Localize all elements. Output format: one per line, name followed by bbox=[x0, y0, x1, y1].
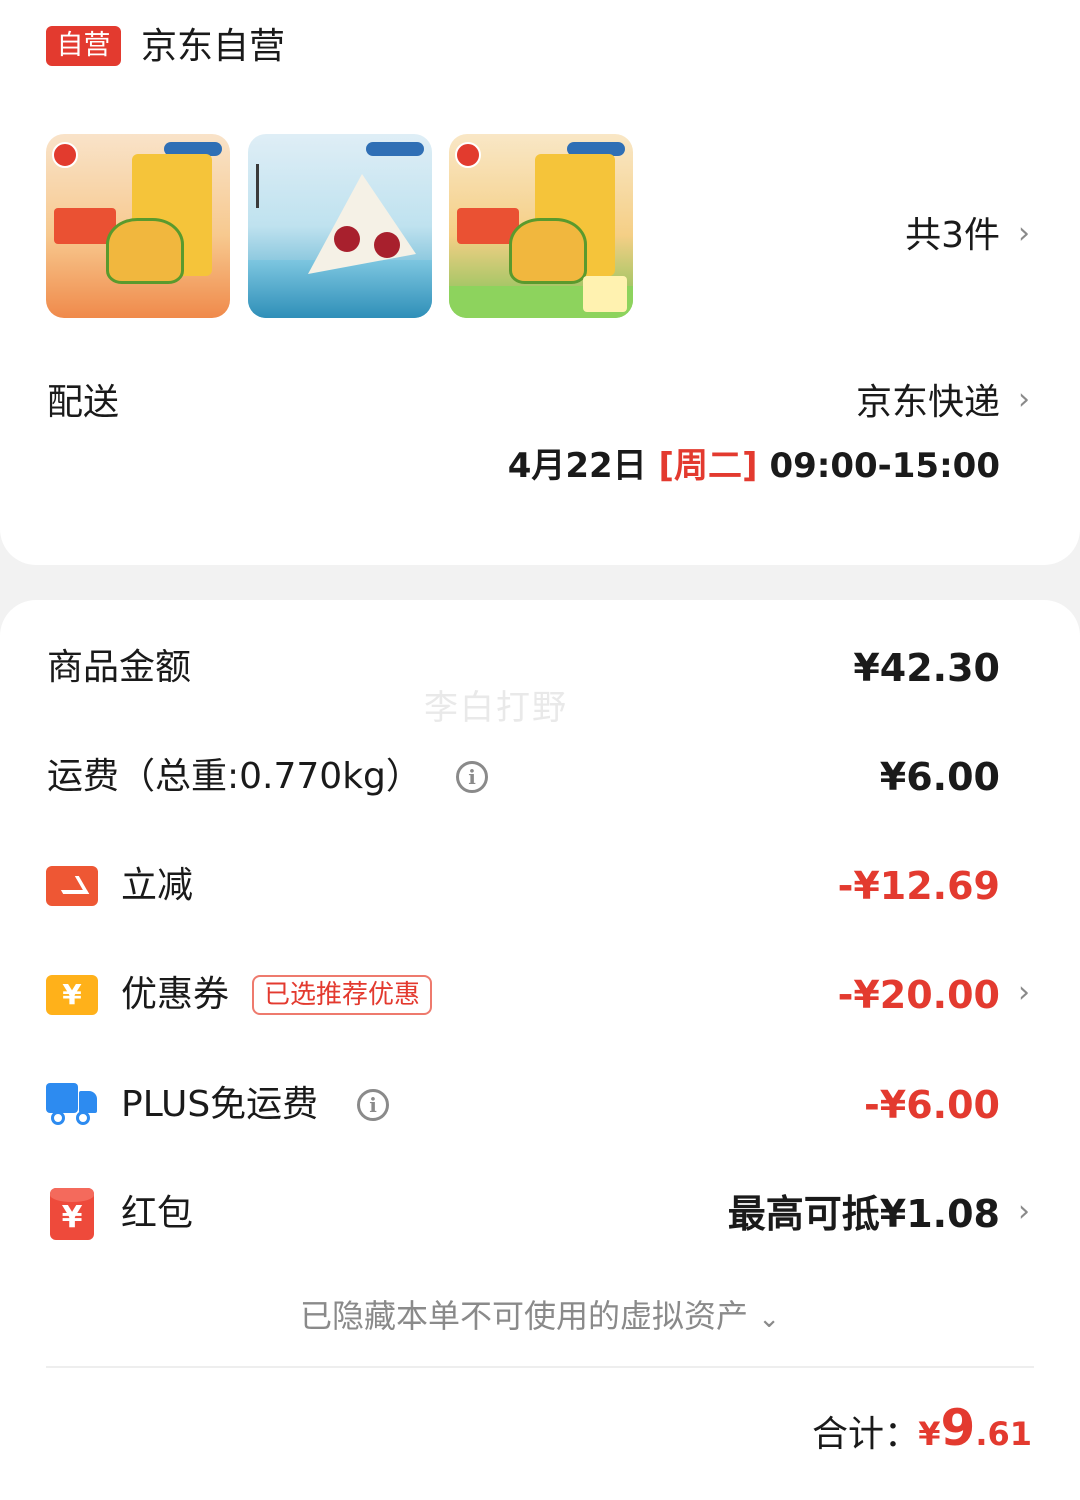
info-icon[interactable]: i bbox=[357, 1089, 389, 1121]
storage-tag bbox=[366, 142, 424, 156]
date-image bbox=[374, 232, 400, 258]
plus-shipping-label: PLUS免运费 bbox=[121, 1084, 319, 1125]
delivery-window: 09:00-15:00 bbox=[769, 446, 1000, 486]
discount-arrow-icon bbox=[46, 866, 98, 906]
coupon-recommended-badge[interactable]: 已选推荐优惠 bbox=[252, 975, 433, 1015]
zongzi-image bbox=[509, 218, 587, 284]
total-label: 合计： bbox=[811, 1414, 920, 1455]
shipping-label: 运费（总重:0.770kg） bbox=[47, 756, 422, 797]
coupon-value[interactable]: -¥20.00 bbox=[838, 972, 1000, 1018]
chevron-down-icon: ⌄ bbox=[758, 1304, 780, 1334]
chevron-right-icon[interactable]: › bbox=[1018, 1194, 1030, 1229]
chevron-right-icon[interactable]: › bbox=[1018, 216, 1030, 251]
date-image bbox=[334, 226, 360, 252]
brand-logo-icon bbox=[455, 142, 481, 168]
shop-name[interactable]: 京东自营 bbox=[141, 24, 285, 70]
total-integer: 9 bbox=[940, 1399, 976, 1457]
product-thumbnail[interactable] bbox=[449, 134, 633, 318]
info-icon[interactable]: i bbox=[456, 761, 488, 793]
truck-icon bbox=[46, 1083, 98, 1125]
delivery-carrier[interactable]: 京东快递 bbox=[856, 380, 1000, 426]
coupon-icon: ¥ bbox=[46, 975, 98, 1015]
subtotal-value: ¥42.30 bbox=[853, 646, 1000, 690]
delivery-label: 配送 bbox=[47, 382, 120, 423]
self-operated-badge: 自营 bbox=[46, 26, 121, 66]
water-image bbox=[248, 260, 432, 318]
delivery-date: 4月22日 bbox=[507, 446, 647, 486]
divider bbox=[46, 1366, 1034, 1368]
delivery-weekday: [周二] bbox=[658, 446, 758, 486]
red-packet-value[interactable]: 最高可抵¥1.08 bbox=[728, 1191, 1000, 1237]
total-currency: ¥ bbox=[918, 1415, 941, 1453]
instant-discount-value: -¥12.69 bbox=[837, 864, 1000, 908]
chevron-right-icon[interactable]: › bbox=[1018, 975, 1030, 1010]
watermark: 李白打野 bbox=[424, 688, 568, 728]
plus-shipping-value: -¥6.00 bbox=[864, 1083, 1000, 1127]
total-decimal: .61 bbox=[975, 1415, 1032, 1453]
price-badge-image bbox=[583, 276, 627, 312]
product-caption-image bbox=[256, 164, 328, 208]
coupon-label[interactable]: 优惠券 bbox=[121, 972, 229, 1018]
hidden-assets-toggle[interactable]: 已隐藏本单不可使用的虚拟资产 ⌄ bbox=[0, 1293, 1080, 1342]
hidden-assets-text: 已隐藏本单不可使用的虚拟资产 bbox=[300, 1297, 749, 1335]
item-count[interactable]: 共3件 bbox=[905, 213, 1000, 259]
product-thumbnail[interactable] bbox=[248, 134, 432, 318]
red-packet-label[interactable]: 红包 bbox=[121, 1191, 193, 1237]
red-packet-icon: ¥ bbox=[50, 1188, 94, 1240]
zongzi-image bbox=[106, 218, 184, 284]
order-items-card: 自营 京东自营 共3件 › 配送 京东快递 › 4月22日 [周二] 09:00… bbox=[0, 0, 1080, 565]
instant-discount-label: 立减 bbox=[121, 865, 194, 906]
subtotal-label: 商品金额 bbox=[47, 647, 192, 688]
brand-logo-icon bbox=[52, 142, 78, 168]
shipping-value: ¥6.00 bbox=[879, 755, 1000, 799]
delivery-time[interactable]: 4月22日 [周二] 09:00-15:00 bbox=[508, 443, 1000, 489]
total-value: ¥9.61 bbox=[918, 1398, 1032, 1470]
price-summary-card bbox=[0, 600, 1080, 1500]
chevron-right-icon[interactable]: › bbox=[1018, 382, 1030, 417]
product-thumbnail[interactable] bbox=[46, 134, 230, 318]
